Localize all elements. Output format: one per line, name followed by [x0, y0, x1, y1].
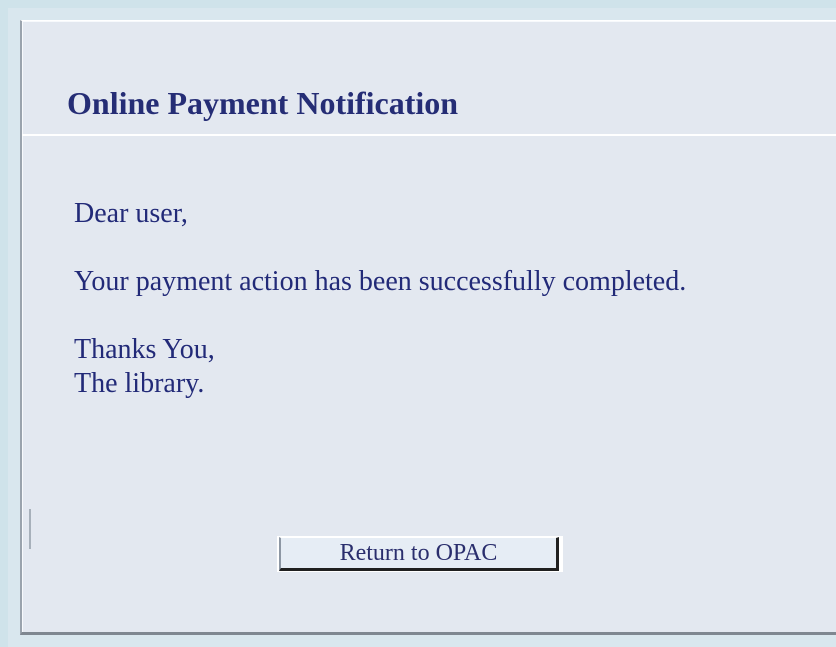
notification-message: Dear user, Your payment action has been … [74, 197, 774, 401]
success-message: Your payment action has been successfull… [74, 266, 687, 297]
left-border-marker [29, 509, 31, 549]
signature-text: The library. [74, 368, 205, 399]
return-button-frame: Return to OPAC [277, 536, 563, 572]
greeting-text: Dear user, [74, 198, 188, 229]
closing-text: Thanks You, [74, 334, 215, 365]
page-background: Online Payment Notification Dear user, Y… [0, 0, 836, 647]
title-divider [22, 134, 836, 136]
payment-notification-panel: Online Payment Notification Dear user, Y… [20, 20, 836, 635]
page-title: Online Payment Notification [67, 85, 459, 121]
return-to-opac-button[interactable]: Return to OPAC [279, 537, 559, 571]
